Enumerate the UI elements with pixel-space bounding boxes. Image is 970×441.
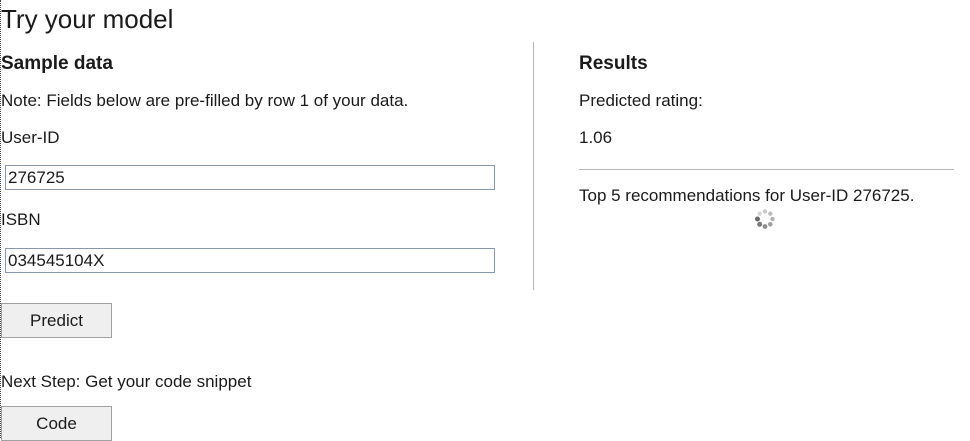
predicted-rating-value: 1.06: [579, 128, 613, 147]
recommendations-text: Top 5 recommendations for User-ID 276725…: [579, 186, 915, 205]
next-step-text: Next Step: Get your code snippet: [1, 372, 252, 391]
results-divider: [579, 169, 954, 170]
code-button[interactable]: Code: [1, 406, 112, 441]
predicted-rating-label: Predicted rating:: [579, 91, 703, 110]
predict-button[interactable]: Predict: [1, 303, 112, 338]
isbn-input[interactable]: [5, 248, 495, 273]
isbn-label: ISBN: [1, 210, 41, 229]
panel-divider: [533, 42, 534, 290]
prefill-note: Note: Fields below are pre-filled by row…: [1, 91, 409, 110]
sample-data-heading: Sample data: [1, 53, 113, 74]
user-id-label: User-ID: [1, 128, 60, 147]
sample-data-panel: Sample data Note: Fields below are pre-f…: [1, 0, 521, 441]
user-id-input[interactable]: [5, 165, 495, 190]
loading-spinner-icon: [755, 209, 775, 229]
results-heading: Results: [579, 53, 648, 74]
